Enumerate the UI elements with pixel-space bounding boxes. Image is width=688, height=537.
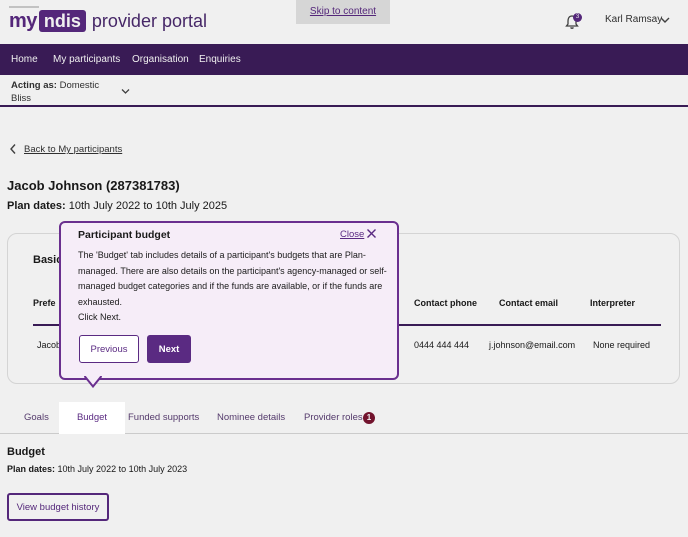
acting-as-label: Acting as: bbox=[11, 80, 57, 91]
nav-my-participants[interactable]: My participants bbox=[53, 54, 120, 65]
popup-pointer bbox=[84, 376, 102, 388]
budget-plan-dates: Plan dates: 10th July 2022 to 10th July … bbox=[7, 464, 187, 474]
tab-nominee-details[interactable]: Nominee details bbox=[217, 412, 285, 423]
ndis-logo[interactable]: my ndis provider portal bbox=[9, 9, 207, 33]
participant-name: Jacob Johnson (287381783) bbox=[7, 178, 180, 193]
acting-as-selector[interactable]: Acting as: Domestic Bliss bbox=[11, 79, 121, 105]
tab-provider-roles[interactable]: Provider roles bbox=[304, 412, 363, 423]
popup-close-link[interactable]: Close bbox=[340, 229, 364, 240]
budget-heading: Budget bbox=[7, 446, 45, 458]
provider-roles-badge: 1 bbox=[363, 412, 375, 424]
card-title: Basic bbox=[33, 254, 63, 266]
cell-contact-phone: 0444 444 444 bbox=[414, 340, 470, 350]
notification-count-badge: 3 bbox=[573, 13, 582, 22]
tab-budget-label: Budget bbox=[76, 412, 108, 423]
logo-accent bbox=[9, 6, 39, 8]
plan-dates-label: Plan dates: bbox=[7, 200, 66, 212]
nav-enquiries[interactable]: Enquiries bbox=[199, 54, 241, 65]
column-header-contact-phone: Contact phone bbox=[414, 298, 477, 308]
popup-title: Participant budget bbox=[78, 229, 171, 241]
chevron-down-icon[interactable] bbox=[660, 16, 670, 24]
column-header-interpreter: Interpreter bbox=[590, 298, 636, 308]
tour-popup: Participant budget Close The 'Budget' ta… bbox=[59, 221, 399, 380]
plan-dates-value: 10th July 2022 to 10th July 2025 bbox=[68, 200, 228, 212]
cell-interpreter: None required bbox=[593, 340, 651, 350]
column-header-preferred: Prefe bbox=[33, 298, 56, 308]
next-button[interactable]: Next bbox=[147, 335, 191, 363]
user-menu[interactable]: Karl Ramsay bbox=[605, 14, 662, 25]
column-header-contact-email: Contact email bbox=[499, 298, 559, 308]
nav-organisation[interactable]: Organisation bbox=[132, 54, 189, 65]
main-nav: Home My participants Organisation Enquir… bbox=[0, 44, 688, 75]
close-icon[interactable] bbox=[366, 228, 377, 239]
nav-home[interactable]: Home bbox=[11, 54, 38, 65]
cell-preferred-name: Jacob bbox=[37, 340, 62, 350]
acting-as-bar: Acting as: Domestic Bliss bbox=[0, 75, 688, 107]
cell-contact-email: j.johnson@email.com bbox=[489, 340, 576, 350]
budget-plan-dates-value: 10th July 2022 to 10th July 2023 bbox=[57, 464, 188, 474]
view-budget-history-button[interactable]: View budget history bbox=[7, 493, 109, 521]
popup-body-text: The 'Budget' tab includes details of a p… bbox=[78, 250, 387, 307]
logo-my: my bbox=[9, 9, 37, 32]
tab-funded-supports[interactable]: Funded supports bbox=[128, 412, 199, 423]
tab-goals[interactable]: Goals bbox=[24, 412, 49, 423]
back-to-participants-link[interactable]: Back to My participants bbox=[24, 144, 122, 155]
top-header: my ndis provider portal Skip to content … bbox=[0, 0, 688, 44]
previous-button[interactable]: Previous bbox=[79, 335, 139, 363]
skip-to-content-link[interactable]: Skip to content bbox=[296, 0, 390, 24]
budget-plan-dates-label: Plan dates: bbox=[7, 464, 56, 474]
chevron-down-icon[interactable] bbox=[121, 88, 130, 95]
logo-ndis: ndis bbox=[38, 10, 86, 32]
popup-instruction: Click Next. bbox=[78, 312, 122, 322]
chevron-left-icon[interactable] bbox=[9, 143, 17, 155]
plan-dates: Plan dates: 10th July 2022 to 10th July … bbox=[7, 200, 227, 212]
logo-provider-portal: provider portal bbox=[91, 10, 207, 31]
tab-budget[interactable]: Budget bbox=[59, 402, 125, 434]
